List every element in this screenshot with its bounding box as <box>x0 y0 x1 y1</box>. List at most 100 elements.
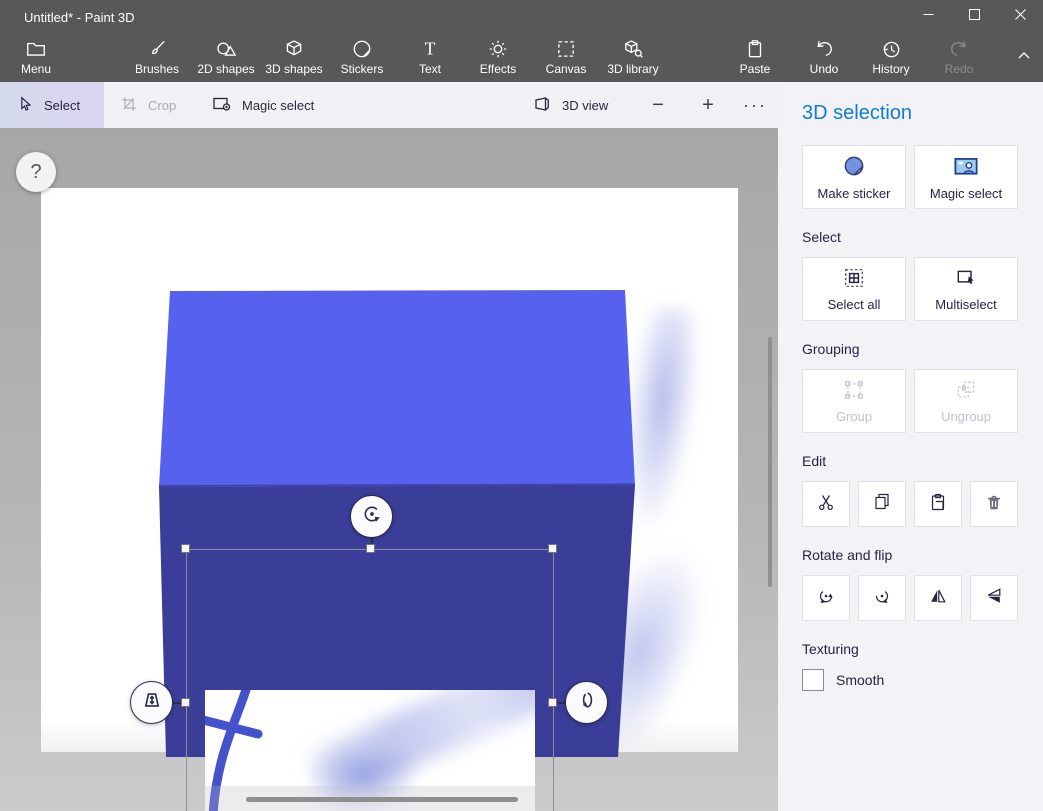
group-button[interactable]: Group <box>802 369 906 433</box>
toolbar-item-3d-library[interactable]: 3D library <box>598 38 668 76</box>
3d-shapes-icon <box>259 38 329 62</box>
minimize-icon <box>923 7 934 25</box>
copy-button[interactable] <box>858 481 906 527</box>
magic-select-icon <box>212 95 232 116</box>
close-button[interactable] <box>997 0 1043 32</box>
maximize-icon <box>969 7 980 25</box>
copy-icon <box>872 492 892 517</box>
toolbar-item-redo[interactable]: Redo <box>924 38 994 76</box>
paint3d-window: Untitled* - Paint 3D Menu Brushes 2D sha… <box>0 0 1043 811</box>
minimize-button[interactable] <box>905 0 951 32</box>
smooth-checkbox[interactable] <box>802 669 824 691</box>
svg-text:T: T <box>425 39 436 59</box>
toolbar-item-paste[interactable]: Paste <box>720 38 790 76</box>
maximize-button[interactable] <box>951 0 997 32</box>
selection-handle-right-middle[interactable] <box>548 698 557 707</box>
effects-icon <box>463 38 533 62</box>
3d-object-top-face[interactable] <box>159 290 635 487</box>
select-tool-button[interactable]: Select <box>0 82 104 128</box>
panel-title: 3D selection <box>802 102 1043 125</box>
canvas-icon <box>531 38 601 62</box>
section-label-select: Select <box>802 229 1043 245</box>
zoom-in-button[interactable]: + <box>695 82 721 128</box>
selection-handle-top-left[interactable] <box>181 544 190 553</box>
toolbar-item-effects[interactable]: Effects <box>463 38 533 76</box>
toolbar-item-text[interactable]: T Text <box>395 38 465 76</box>
selection-edge-right <box>553 549 554 811</box>
paste-clipboard-icon <box>928 492 948 517</box>
zoom-out-button[interactable]: − <box>645 82 671 128</box>
selection-handle-top-middle[interactable] <box>366 544 375 553</box>
flip-horizontal-button[interactable] <box>914 575 962 621</box>
close-icon <box>1015 7 1026 25</box>
rotate-y-handle-icon <box>574 687 600 718</box>
toolbar-item-canvas[interactable]: Canvas <box>531 38 601 76</box>
ungroup-button[interactable]: Ungroup <box>914 369 1018 433</box>
toolbar-item-brushes[interactable]: Brushes <box>122 38 192 76</box>
selection-handle-top-right[interactable] <box>548 544 557 553</box>
history-icon <box>856 38 926 62</box>
doodle-picture-object[interactable] <box>205 690 535 811</box>
rotate-right-button[interactable] <box>858 575 906 621</box>
help-button[interactable]: ? <box>16 152 56 192</box>
depth-handle[interactable] <box>130 681 173 724</box>
brushes-icon <box>122 38 192 62</box>
rotate-left-icon <box>816 586 836 611</box>
magic-select-panel-button[interactable]: Magic select <box>914 145 1018 209</box>
magic-select-panel-icon <box>953 154 979 181</box>
depth-handle-icon <box>139 687 165 718</box>
window-controls <box>905 0 1043 32</box>
toolbar-item-history[interactable]: History <box>856 38 926 76</box>
flip-horizontal-icon <box>928 586 948 611</box>
chevron-up-icon <box>1015 49 1033 66</box>
select-all-button[interactable]: Select all <box>802 257 906 321</box>
toolbar-item-3d-shapes[interactable]: 3D shapes <box>259 38 329 76</box>
ungroup-icon <box>955 379 977 404</box>
3d-view-icon <box>532 95 552 116</box>
select-all-icon <box>843 267 865 292</box>
ellipsis-icon: ··· <box>743 95 767 116</box>
paste-button[interactable] <box>914 481 962 527</box>
2d-shapes-icon <box>191 38 261 62</box>
cut-button[interactable] <box>802 481 850 527</box>
stickers-icon <box>327 38 397 62</box>
redo-icon <box>924 38 994 62</box>
flip-vertical-button[interactable] <box>970 575 1018 621</box>
zoom-out-icon: − <box>652 94 664 117</box>
3d-library-icon <box>598 38 668 62</box>
rotate-left-button[interactable] <box>802 575 850 621</box>
cut-icon <box>816 492 836 517</box>
magic-select-tool-button[interactable]: Magic select <box>212 82 314 128</box>
side-panel-3d-selection: 3D selection Make sticker Magic select S… <box>778 82 1043 811</box>
select-cursor-icon <box>16 95 34 116</box>
delete-icon <box>984 492 1004 517</box>
toolbar-item-2d-shapes[interactable]: 2D shapes <box>191 38 261 76</box>
rotate-z-handle[interactable] <box>350 495 393 538</box>
rotate-right-icon <box>872 586 892 611</box>
multiselect-button[interactable]: Multiselect <box>914 257 1018 321</box>
paste-icon <box>720 38 790 62</box>
rotate-y-handle[interactable] <box>565 681 608 724</box>
toolbar-item-menu[interactable]: Menu <box>1 38 71 76</box>
help-icon: ? <box>30 161 41 184</box>
3d-view-button[interactable]: 3D view <box>532 82 608 128</box>
rotate-z-handle-icon <box>359 501 385 532</box>
menu-icon <box>1 38 71 62</box>
toolbar-item-undo[interactable]: Undo <box>789 38 859 76</box>
smooth-checkbox-label: Smooth <box>836 672 884 688</box>
more-options-button[interactable]: ··· <box>740 82 770 128</box>
toolbar-item-stickers[interactable]: Stickers <box>327 38 397 76</box>
delete-button[interactable] <box>970 481 1018 527</box>
make-sticker-button[interactable]: Make sticker <box>802 145 906 209</box>
selection-handle-left-middle[interactable] <box>181 698 190 707</box>
header: Untitled* - Paint 3D Menu Brushes 2D sha… <box>0 0 1043 82</box>
zoom-in-icon: + <box>702 94 714 117</box>
crop-tool-button[interactable]: Crop <box>120 82 176 128</box>
workspace[interactable]: ? <box>0 128 778 811</box>
crop-icon <box>120 95 138 116</box>
group-icon <box>843 379 865 404</box>
vertical-scrollbar[interactable] <box>768 337 772 587</box>
section-label-texturing: Texturing <box>802 641 1043 657</box>
collapse-ribbon-button[interactable] <box>1015 48 1033 67</box>
horizontal-scrollbar[interactable] <box>246 797 518 802</box>
